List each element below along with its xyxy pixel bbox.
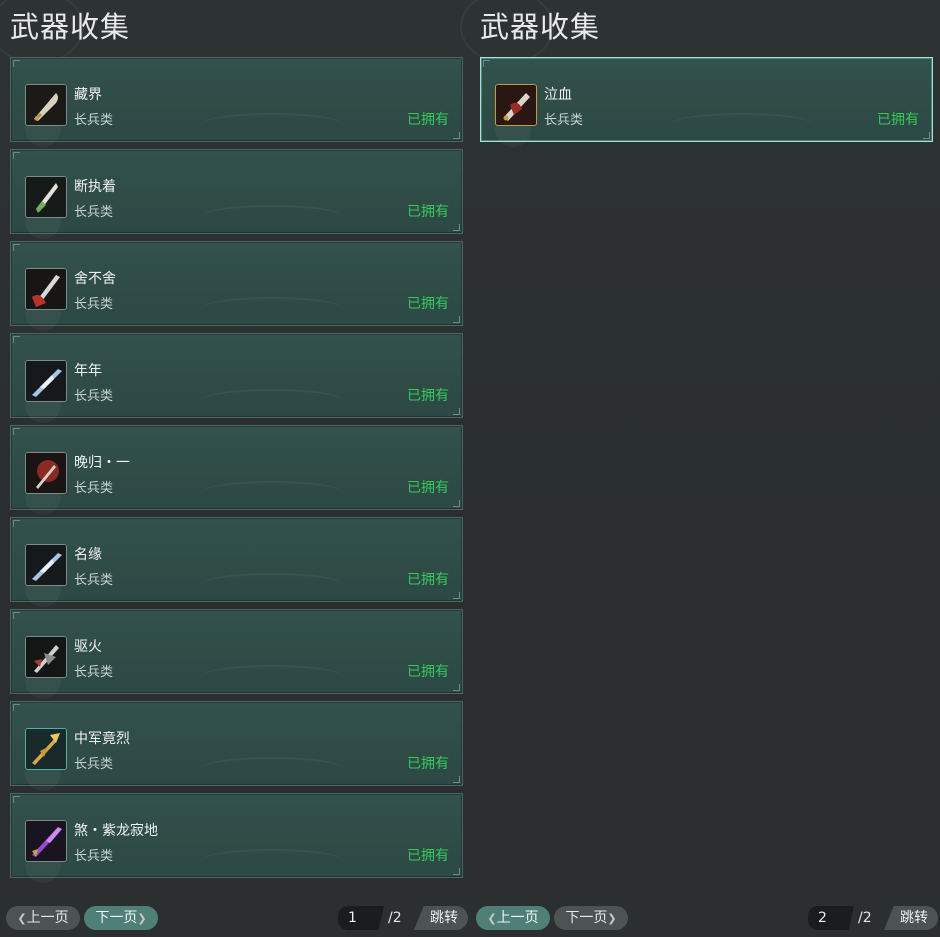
weapon-card[interactable]: 煞・紫龙寂地 长兵类 已拥有	[10, 793, 463, 883]
page-total: /2	[858, 910, 872, 926]
weapon-name: 晚归・一	[74, 455, 130, 471]
crystal-spear-icon	[25, 544, 67, 586]
weapon-card[interactable]: 驱火 长兵类 已拥有	[10, 609, 463, 699]
weapon-card-selected[interactable]: 泣血 长兵类 已拥有	[480, 57, 933, 147]
owned-status: 已拥有	[407, 388, 449, 404]
next-page-button[interactable]: 下一页❯	[554, 906, 628, 930]
prev-page-button[interactable]: ❮上一页	[476, 906, 550, 930]
halberd-icon	[25, 636, 67, 678]
chevron-left-icon: ❮	[17, 912, 27, 925]
weapon-card[interactable]: 年年 长兵类 已拥有	[10, 333, 463, 423]
page-number-input[interactable]: 2	[808, 906, 854, 930]
weapon-type: 长兵类	[544, 113, 584, 128]
weapon-name: 舍不舍	[74, 271, 116, 287]
page-number-input[interactable]: 1	[338, 906, 384, 930]
weapon-type: 长兵类	[74, 757, 114, 772]
dragon-spear-icon	[25, 820, 67, 862]
trident-icon	[25, 728, 67, 770]
weapon-collection-panel-left: 武器收集 藏界 长兵类 已拥有 断执着 长兵类 已拥有 舍不舍 长兵类 已拥有 …	[0, 0, 470, 937]
weapon-type: 长兵类	[74, 297, 114, 312]
jump-button[interactable]: 跳转	[414, 906, 468, 930]
weapon-card[interactable]: 中军竟烈 长兵类 已拥有	[10, 701, 463, 791]
owned-status: 已拥有	[407, 204, 449, 220]
owned-status: 已拥有	[407, 756, 449, 772]
weapon-name: 断执着	[74, 179, 116, 195]
page-total: /2	[388, 910, 402, 926]
spear-icon	[25, 268, 67, 310]
owned-status: 已拥有	[407, 572, 449, 588]
chevron-right-icon: ❯	[137, 912, 147, 925]
weapon-type: 长兵类	[74, 849, 114, 864]
weapon-type: 长兵类	[74, 481, 114, 496]
weapon-type: 长兵类	[74, 389, 114, 404]
weapon-type: 长兵类	[74, 573, 114, 588]
weapon-name: 名缘	[74, 547, 102, 563]
next-page-button[interactable]: 下一页❯	[84, 906, 158, 930]
owned-status: 已拥有	[407, 848, 449, 864]
glaive-icon	[495, 84, 537, 126]
weapon-name: 藏界	[74, 87, 102, 103]
prev-page-button[interactable]: ❮上一页	[6, 906, 80, 930]
owned-status: 已拥有	[407, 112, 449, 128]
crystal-spear-icon	[25, 360, 67, 402]
weapon-name: 年年	[74, 363, 102, 379]
weapon-name: 煞・紫龙寂地	[74, 823, 158, 839]
jump-button[interactable]: 跳转	[884, 906, 938, 930]
owned-status: 已拥有	[877, 112, 919, 128]
weapon-name: 驱火	[74, 639, 102, 655]
weapon-card[interactable]: 断执着 长兵类 已拥有	[10, 149, 463, 239]
weapon-card[interactable]: 晚归・一 长兵类 已拥有	[10, 425, 463, 515]
weapon-name: 中军竟烈	[74, 731, 130, 747]
weapon-type: 长兵类	[74, 205, 114, 220]
weapon-card[interactable]: 名缘 长兵类 已拥有	[10, 517, 463, 607]
chevron-right-icon: ❯	[607, 912, 617, 925]
weapon-name: 泣血	[544, 87, 572, 103]
spear-icon	[25, 176, 67, 218]
panel-title: 武器收集	[10, 10, 131, 44]
owned-status: 已拥有	[407, 480, 449, 496]
blade-icon	[25, 84, 67, 126]
weapon-card[interactable]: 舍不舍 长兵类 已拥有	[10, 241, 463, 331]
owned-status: 已拥有	[407, 664, 449, 680]
panel-title: 武器收集	[480, 10, 601, 44]
axe-icon	[25, 452, 67, 494]
weapon-type: 长兵类	[74, 113, 114, 128]
owned-status: 已拥有	[407, 296, 449, 312]
weapon-type: 长兵类	[74, 665, 114, 680]
weapon-collection-panel-right: 武器收集 泣血 长兵类 已拥有 ❮上一页 下一页❯ 2 /2 跳转	[460, 0, 940, 937]
weapon-card[interactable]: 藏界 长兵类 已拥有	[10, 57, 463, 147]
chevron-left-icon: ❮	[487, 912, 497, 925]
